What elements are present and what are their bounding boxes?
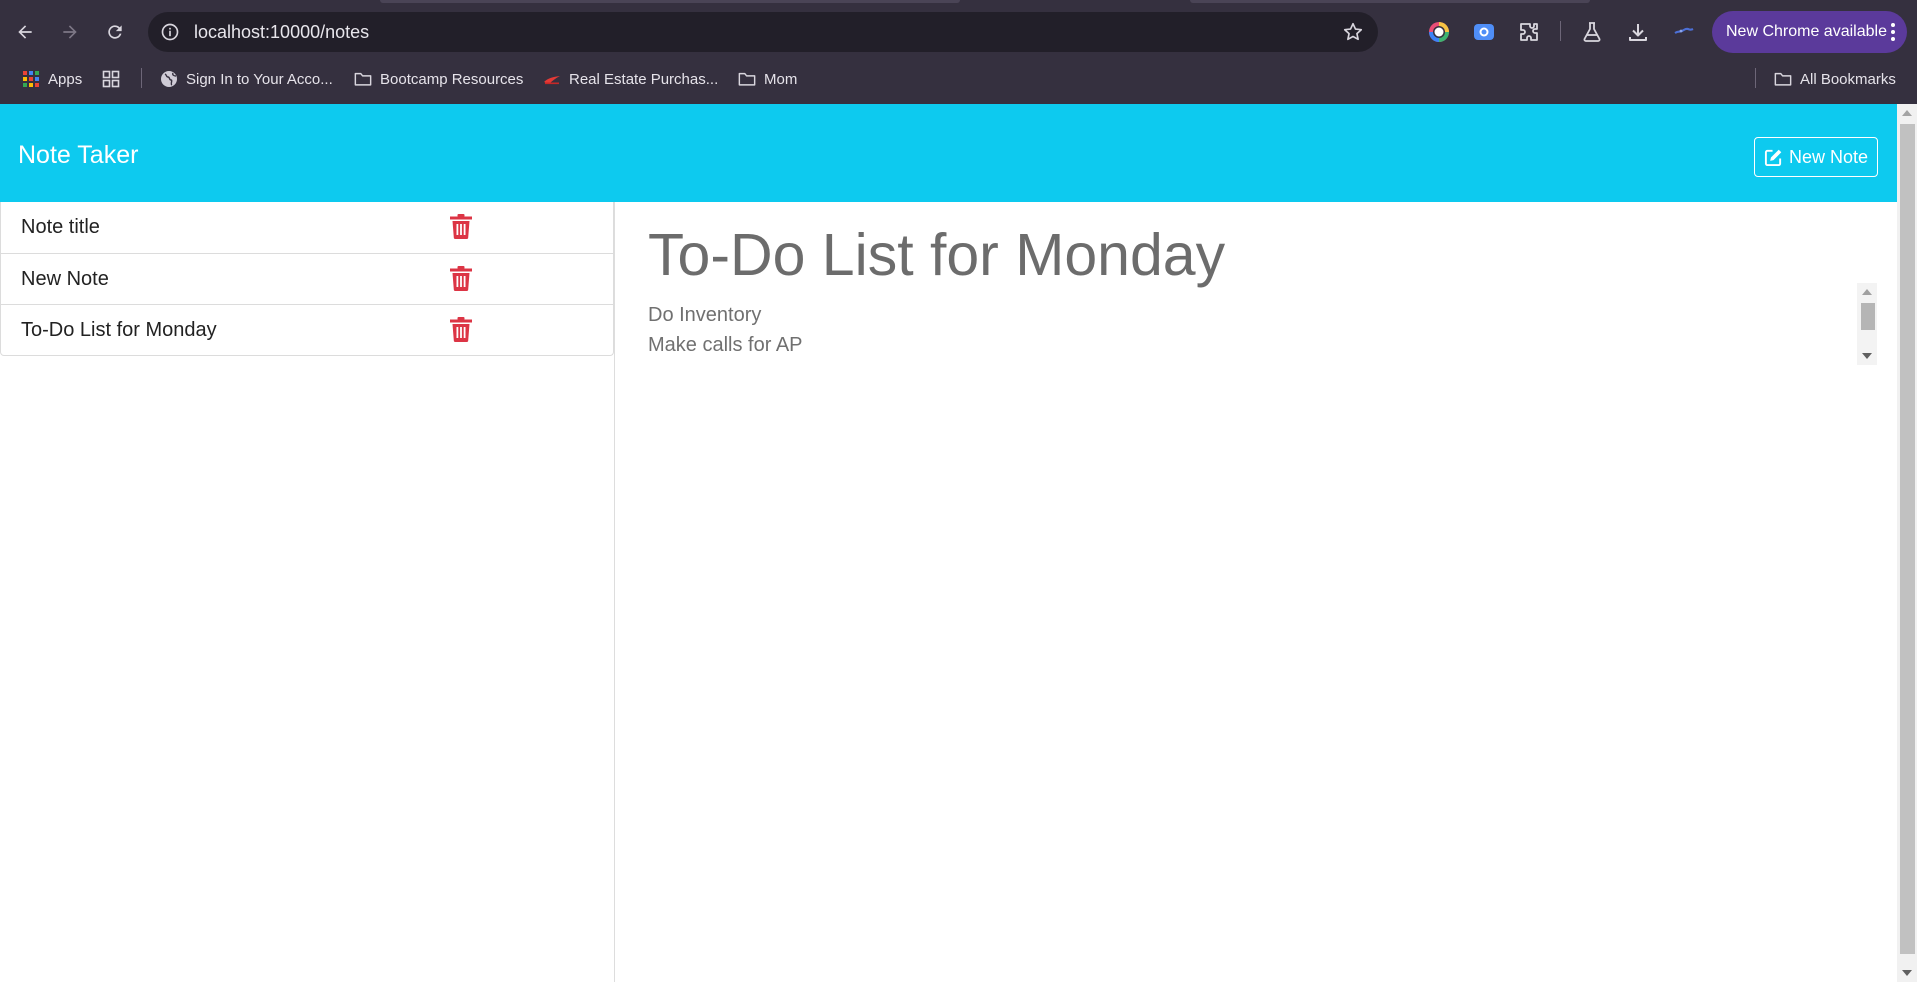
new-note-button[interactable]: New Note [1754, 137, 1878, 177]
back-button[interactable] [8, 15, 42, 49]
scroll-up-arrow-icon[interactable] [1862, 289, 1872, 295]
arrow-left-icon [18, 25, 32, 39]
extensions-puzzle-icon[interactable] [1515, 18, 1543, 46]
textarea-scrollbar[interactable] [1857, 283, 1877, 365]
bookmarks-separator [141, 68, 142, 88]
scroll-up-arrow-icon[interactable] [1902, 110, 1912, 116]
more-vert-icon [1891, 23, 1895, 41]
toolbar-separator [1560, 21, 1561, 41]
list-item[interactable]: New Note [1, 253, 613, 304]
new-note-label: New Note [1788, 146, 1869, 167]
note-editor: To-Do List for Monday Do Inventory Make … [616, 202, 1897, 982]
tab-groups-button[interactable] [102, 66, 128, 92]
note-title[interactable]: New Note [21, 267, 109, 291]
bookmark-label: Sign In to Your Acco... [186, 70, 333, 88]
bookmarks-separator [1755, 68, 1756, 88]
url-text[interactable]: localhost:10000/notes [194, 22, 369, 42]
chrome-update-label: New Chrome available [1726, 23, 1887, 40]
bookmark-mom[interactable]: Mom [738, 66, 797, 92]
note-list-panel: Note title New Note To-Do List for Monda… [0, 202, 615, 982]
scrollbar-thumb[interactable] [1861, 303, 1875, 330]
reload-button[interactable] [98, 15, 132, 49]
tab-groups-icon [102, 70, 120, 88]
tab-strip-hint [380, 0, 960, 3]
downloads-icon[interactable] [1624, 18, 1652, 46]
all-bookmarks-label: All Bookmarks [1800, 70, 1896, 88]
note-text-area[interactable]: Do Inventory Make calls for AP [648, 280, 1877, 365]
screen-capture-extension-icon[interactable] [1470, 18, 1498, 46]
list-item[interactable]: To-Do List for Monday [1, 304, 613, 355]
bookmark-label: Apps [48, 70, 83, 88]
bookmark-label: Real Estate Purchas... [569, 70, 719, 88]
bookmark-label: Bootcamp Resources [380, 70, 524, 88]
note-body-line: Make calls for AP [648, 334, 803, 356]
globe-icon [161, 71, 177, 87]
bookmark-star-icon[interactable] [1342, 21, 1364, 43]
note-body: Do Inventory Make calls for AP [648, 300, 803, 360]
all-bookmarks-button[interactable]: All Bookmarks [1774, 66, 1896, 92]
page-scrollbar[interactable] [1897, 104, 1917, 982]
site-favicon-icon [544, 76, 560, 85]
apps-grid-icon [23, 71, 39, 87]
trash-icon[interactable] [450, 266, 472, 291]
folder-icon [354, 72, 372, 86]
site-info-icon[interactable] [160, 22, 180, 42]
scroll-down-arrow-icon[interactable] [1862, 353, 1872, 359]
bookmarks-bar: Apps Sign In to Your Acco... Bootcamp Re… [0, 62, 1917, 94]
scroll-down-arrow-icon[interactable] [1902, 970, 1912, 976]
note-title[interactable]: To-Do List for Monday [21, 318, 217, 342]
folder-icon [738, 72, 756, 86]
reload-icon [108, 25, 122, 39]
trash-icon[interactable] [450, 317, 472, 342]
tab-strip-hint [1190, 0, 1590, 3]
bookmark-real-estate[interactable]: Real Estate Purchas... [543, 66, 718, 92]
arrow-right-icon [63, 25, 77, 39]
edit-pencil-square-icon [1764, 149, 1782, 166]
bookmark-label: Mom [764, 70, 798, 88]
chrome-update-button[interactable]: New Chrome available [1712, 11, 1907, 53]
note-body-line: Do Inventory [648, 304, 762, 326]
browser-toolbar: localhost:10000/notes New Chrome availab… [0, 0, 1917, 104]
bookmark-bootcamp-resources[interactable]: Bootcamp Resources [354, 66, 523, 92]
forward-button[interactable] [53, 15, 87, 49]
app-title[interactable]: Note Taker [18, 140, 138, 170]
note-title[interactable]: Note title [21, 215, 100, 239]
color-extension-icon[interactable] [1425, 18, 1453, 46]
folder-icon [1774, 72, 1792, 86]
address-bar[interactable]: localhost:10000/notes [148, 12, 1378, 52]
list-item[interactable]: Note title [1, 202, 613, 253]
app-navbar: Note Taker New Note [0, 104, 1897, 202]
bookmark-apps[interactable]: Apps [22, 66, 82, 92]
bookmark-sign-in[interactable]: Sign In to Your Acco... [160, 66, 333, 92]
labs-flask-icon[interactable] [1578, 18, 1606, 46]
profile-extension-icon[interactable] [1670, 18, 1698, 46]
note-list: Note title New Note To-Do List for Monda… [0, 202, 614, 356]
trash-icon[interactable] [450, 214, 472, 239]
scrollbar-thumb[interactable] [1900, 124, 1915, 954]
